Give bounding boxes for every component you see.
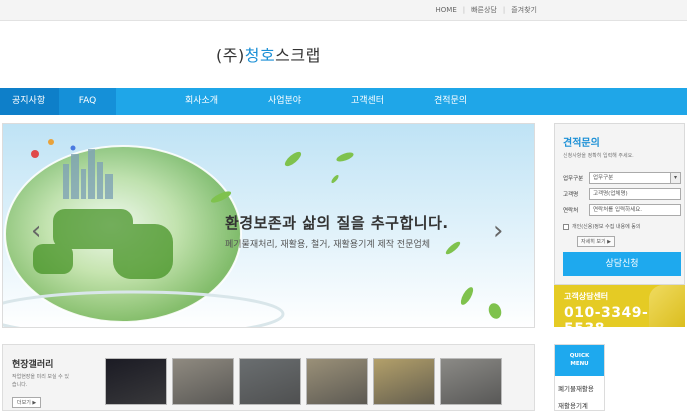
chevron-down-icon: ▾ (670, 172, 680, 183)
business-type-select[interactable]: 업무구분 ▾ (589, 171, 681, 184)
cs-title: 고객상담센터 (564, 292, 609, 301)
gallery-thumb[interactable] (105, 358, 167, 405)
field-label: 업무구분 (563, 175, 584, 182)
gallery-more-button[interactable]: 더보기 ▶ (12, 397, 42, 408)
gallery-thumb[interactable] (373, 358, 435, 405)
agree-row: 개인(신용)정보 수집 내용에 동의 (563, 223, 681, 230)
divider: | (462, 6, 466, 14)
cs-phone: 010-3349-5538 (564, 305, 649, 337)
detail-button[interactable]: 자세히 보기 ▶ (577, 236, 616, 247)
company-logo[interactable]: (주)청호스크랩 (216, 42, 321, 66)
hero-subline: 폐기물재처리, 재활용, 철거, 재활용기계 제작 전문업체 (225, 240, 431, 250)
customer-service-box: 고객상담센터 010-3349-5538 (554, 285, 685, 337)
top-link-home[interactable]: HOME (436, 6, 457, 14)
gallery-thumb[interactable] (306, 358, 368, 405)
gallery-thumb[interactable] (239, 358, 301, 405)
hero-banner: ‹ › 환경보존과 삶의 질을 추구합니다. 폐기물재처리, 재활용, 철거, … (2, 123, 535, 328)
gallery-thumb[interactable] (440, 358, 502, 405)
quick-nav: 공지사항 FAQ (0, 88, 116, 115)
inquiry-subtitle: 신청사항을 정확히 입력해 주세요. (563, 153, 634, 159)
logo-prefix: (주) (216, 46, 245, 65)
top-bar: HOME | 빠른상담 | 즐겨찾기 (0, 0, 687, 21)
top-links: HOME | 빠른상담 | 즐겨찾기 (436, 5, 538, 15)
carousel-prev-arrow[interactable]: ‹ (31, 216, 41, 246)
main-nav: 공지사항 FAQ 회사소개 사업분야 고객센터 견적문의 (0, 88, 687, 115)
field-label: 고객명 (563, 191, 579, 198)
main-menu: 회사소개 사업분야 고객센터 견적문의 (160, 88, 492, 115)
top-link-quick-consult[interactable]: 빠른상담 (471, 5, 497, 15)
hero-headline: 환경보존과 삶의 질을 추구합니다. (225, 214, 449, 232)
logo-accent: 청호 (244, 46, 276, 65)
inquiry-panel: 견적문의 신청사항을 정확히 입력해 주세요. 업무구분 업무구분 ▾ 고객명 고… (554, 123, 685, 285)
quick-menu-item-recycling[interactable]: 폐기물재활용 (555, 383, 604, 393)
field-label: 연락처 (563, 207, 579, 214)
carousel-next-arrow[interactable]: › (493, 216, 503, 246)
quick-menu-title-line: QUICK (569, 353, 590, 359)
gallery-subtitle: 작업현장을 미리 보실 수 있습니다. (12, 374, 69, 388)
top-link-bookmark[interactable]: 즐겨찾기 (511, 5, 537, 15)
gallery-title: 현장갤러리 (12, 360, 54, 370)
logo-suffix: 스크랩 (275, 46, 321, 65)
nav-notice[interactable]: 공지사항 (0, 88, 59, 115)
nav-customer[interactable]: 고객센터 (326, 88, 409, 115)
customer-name-input[interactable]: 고객명(업체명) (589, 187, 681, 200)
agree-label: 개인(신용)정보 수집 내용에 동의 (572, 224, 641, 230)
gallery-thumbnails (105, 358, 502, 405)
quick-menu-item-machine[interactable]: 재활용기계 (555, 400, 604, 410)
quick-menu-title-line: MENU (570, 361, 589, 367)
phone-row: 연락처 연락처를 입력하세요. (563, 203, 681, 216)
nav-faq[interactable]: FAQ (59, 88, 116, 115)
nav-company[interactable]: 회사소개 (160, 88, 243, 115)
phone-input[interactable]: 연락처를 입력하세요. (589, 203, 681, 216)
quick-menu: QUICK MENU 폐기물재활용 재활용기계 (554, 344, 605, 411)
quick-menu-header: QUICK MENU (555, 345, 604, 376)
agree-checkbox[interactable] (563, 224, 569, 230)
nav-estimate[interactable]: 견적문의 (409, 88, 492, 115)
gallery-thumb[interactable] (172, 358, 234, 405)
customer-name-row: 고객명 고객명(업체명) (563, 187, 681, 200)
inquiry-title: 견적문의 (563, 138, 600, 149)
site-gallery: 현장갤러리 작업현장을 미리 보실 수 있습니다. 더보기 ▶ (2, 344, 535, 411)
nav-business[interactable]: 사업분야 (243, 88, 326, 115)
submit-button[interactable]: 상담신청 (563, 252, 681, 276)
business-type-row: 업무구분 업무구분 ▾ (563, 171, 681, 184)
divider: | (502, 6, 506, 14)
